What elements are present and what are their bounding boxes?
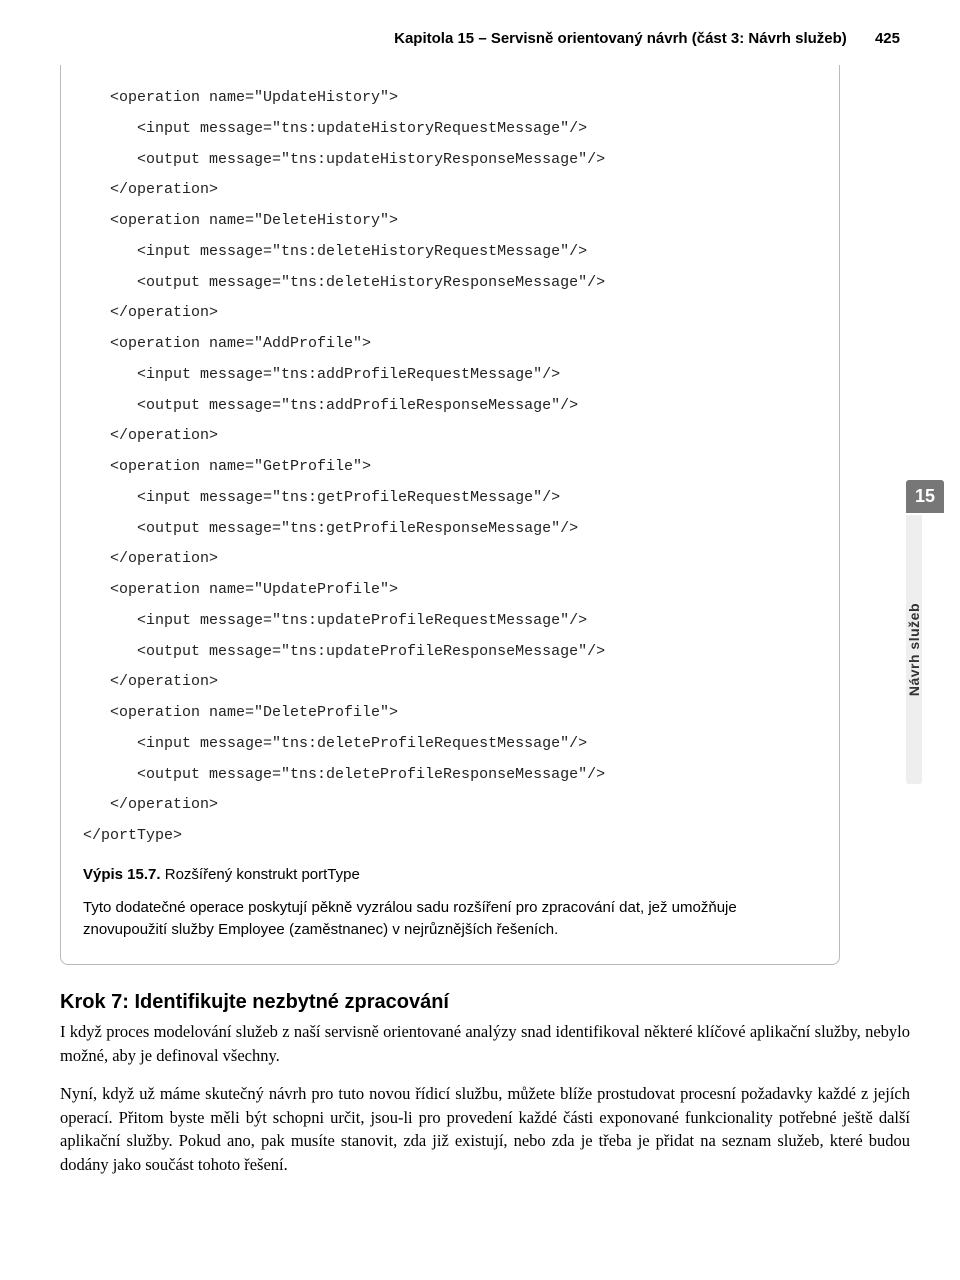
listing-note: Tyto dodatečné operace poskytují pěkně v… [83, 897, 817, 942]
page-number: 425 [875, 30, 900, 47]
thumb-tab-number: 15 [906, 480, 944, 513]
code-listing-box: <operation name="UpdateHistory"> <input … [60, 65, 840, 965]
thumb-tab: 15 Návrh služeb [906, 480, 944, 784]
caption-text: Rozšířený konstrukt portType [161, 866, 360, 883]
chapter-title: Kapitola 15 – Servisně orientovaný návrh… [394, 30, 847, 47]
page-header: Kapitola 15 – Servisně orientovaný návrh… [60, 30, 910, 47]
section-heading: Krok 7: Identifikujte nezbytné zpracován… [60, 991, 910, 1014]
code-listing: <operation name="UpdateHistory"> <input … [83, 83, 817, 852]
body-paragraph: Nyní, když už máme skutečný návrh pro tu… [60, 1082, 910, 1178]
body-paragraph: I když proces modelování služeb z naší s… [60, 1020, 910, 1068]
listing-caption: Výpis 15.7. Rozšířený konstrukt portType [83, 866, 817, 883]
thumb-tab-label: Návrh služeb [906, 515, 922, 784]
caption-label: Výpis 15.7. [83, 866, 161, 883]
